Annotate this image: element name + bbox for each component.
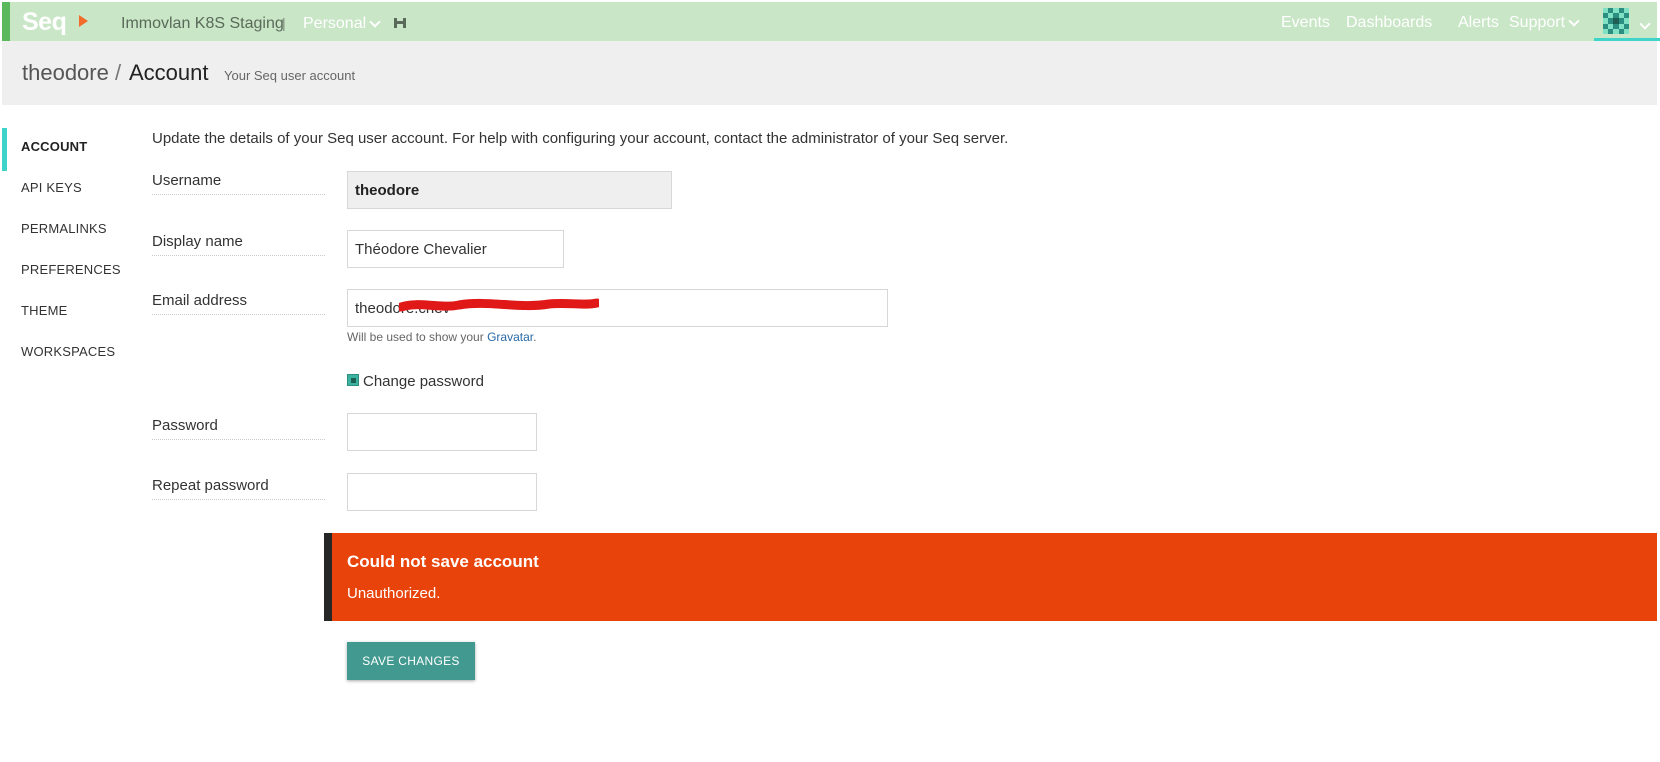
sidebar-active-indicator — [2, 128, 7, 171]
topbar-separator: | — [282, 15, 286, 31]
nav-events[interactable]: Events — [1281, 14, 1330, 32]
repeat-password-label: Repeat password — [152, 477, 325, 500]
sidebar-item-preferences[interactable]: PREFERENCES — [21, 262, 121, 277]
nav-support-label: Support — [1509, 14, 1566, 31]
seq-logo-arrow-icon — [79, 15, 88, 27]
sidebar-item-theme[interactable]: THEME — [21, 303, 68, 318]
display-name-label: Display name — [152, 233, 325, 256]
nav-dashboards[interactable]: Dashboards — [1346, 14, 1432, 32]
top-bar: Seq Immovlan K8S Staging | Personal Even… — [2, 2, 1660, 41]
nav-alerts[interactable]: Alerts — [1458, 14, 1499, 32]
username-field — [347, 171, 672, 209]
redaction-mark — [399, 298, 599, 312]
intro-text: Update the details of your Seq user acco… — [152, 130, 1009, 147]
username-label: Username — [152, 172, 325, 195]
workspace-pin-icon[interactable] — [394, 17, 406, 29]
change-password-label[interactable]: Change password — [363, 373, 484, 390]
instance-name: Immovlan K8S Staging — [121, 15, 284, 32]
gravatar-link[interactable]: Gravatar — [487, 330, 533, 344]
change-password-checkbox[interactable] — [347, 374, 359, 386]
save-changes-button[interactable]: SAVE CHANGES — [347, 642, 475, 680]
page-header: theodore / Account Your Seq user account — [2, 41, 1657, 105]
user-menu[interactable] — [1594, 8, 1660, 41]
alert-title: Could not save account — [347, 552, 539, 571]
breadcrumb-user[interactable]: theodore — [22, 60, 109, 86]
sidebar-item-permalinks[interactable]: PERMALINKS — [21, 221, 107, 236]
display-name-field[interactable] — [347, 230, 564, 268]
sidebar-item-api-keys[interactable]: API KEYS — [21, 180, 82, 195]
page-title: Account — [129, 60, 209, 85]
breadcrumb-separator: / — [115, 60, 122, 85]
page-description: Your Seq user account — [224, 68, 356, 83]
repeat-password-field[interactable] — [347, 473, 537, 511]
workspace-label: Personal — [303, 15, 367, 32]
chevron-down-icon — [1568, 14, 1580, 27]
user-menu-chevron — [1639, 15, 1651, 33]
avatar[interactable] — [1603, 8, 1629, 34]
workspace-selector[interactable]: Personal — [303, 15, 381, 33]
email-hint-suffix: . — [533, 330, 537, 344]
chevron-down-icon — [1639, 18, 1651, 30]
error-alert: Could not save account Unauthorized. — [324, 533, 1657, 621]
seq-logo[interactable]: Seq — [22, 8, 67, 37]
email-hint: Will be used to show your Gravatar. — [347, 330, 536, 344]
password-label: Password — [152, 417, 325, 440]
chevron-down-icon — [369, 15, 381, 28]
checkbox-check-icon — [351, 378, 356, 383]
nav-support[interactable]: Support — [1509, 14, 1580, 32]
email-label: Email address — [152, 292, 325, 315]
sidebar-item-workspaces[interactable]: WORKSPACES — [21, 344, 115, 359]
password-field[interactable] — [347, 413, 537, 451]
sidebar-item-account[interactable]: ACCOUNT — [21, 139, 87, 154]
email-hint-prefix: Will be used to show your — [347, 330, 488, 344]
alert-message: Unauthorized. — [347, 585, 441, 602]
